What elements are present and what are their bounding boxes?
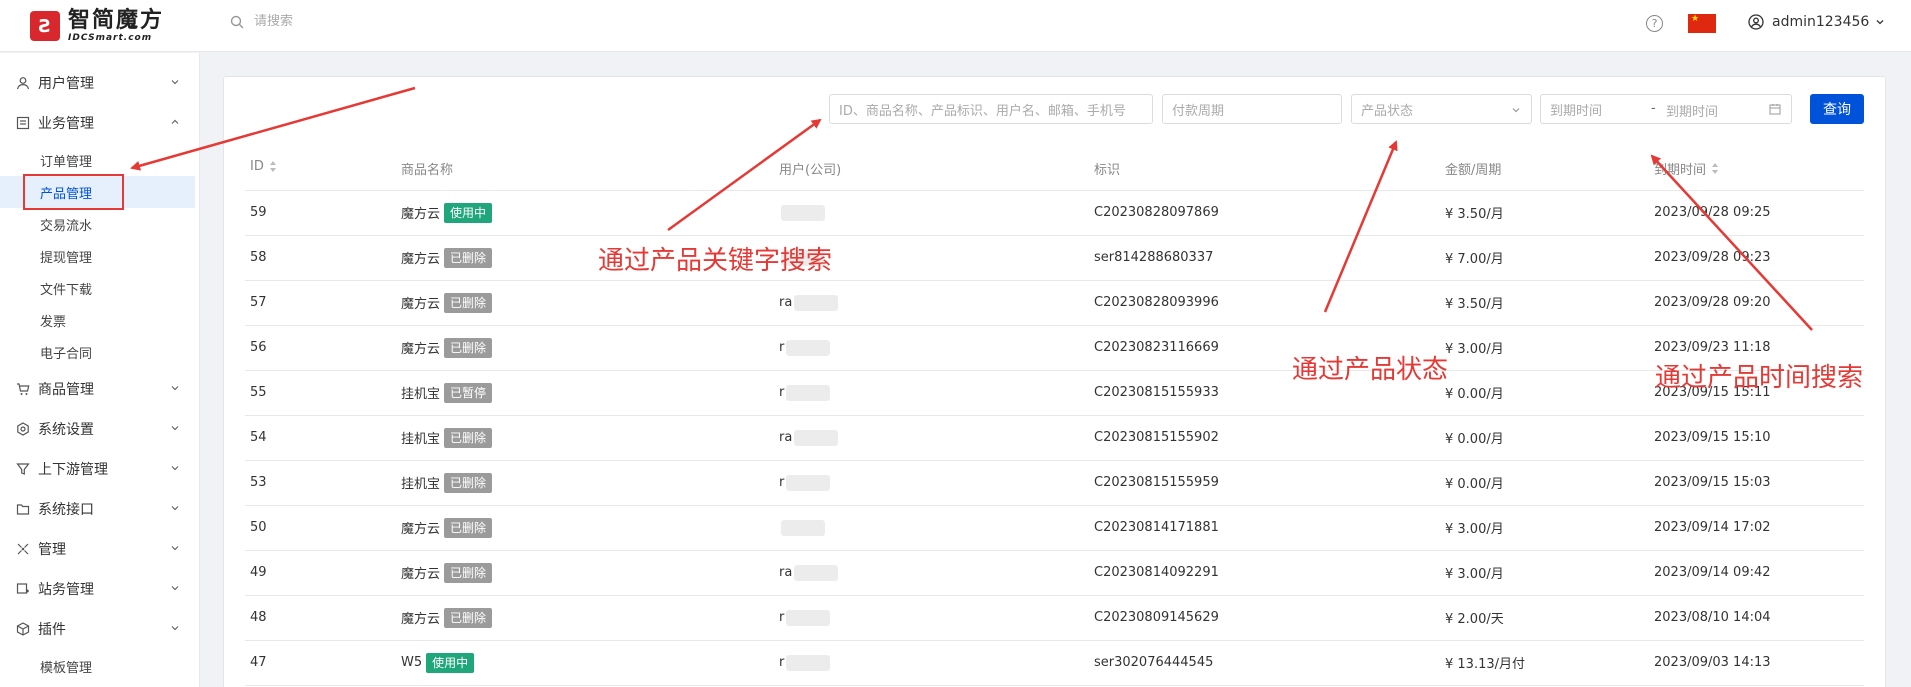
annotation-time: 通过产品时间搜索 xyxy=(1655,363,1864,393)
arrow-to-products xyxy=(130,86,416,171)
arrow-to-keyword xyxy=(667,118,822,232)
annotation-arrows xyxy=(130,86,1813,331)
annotation-status: 通过产品状态 xyxy=(1292,355,1449,385)
annotation-keyword: 通过产品关键字搜索 xyxy=(598,246,833,276)
arrow-to-date xyxy=(1650,154,1813,331)
arrow-to-status xyxy=(1323,140,1398,313)
